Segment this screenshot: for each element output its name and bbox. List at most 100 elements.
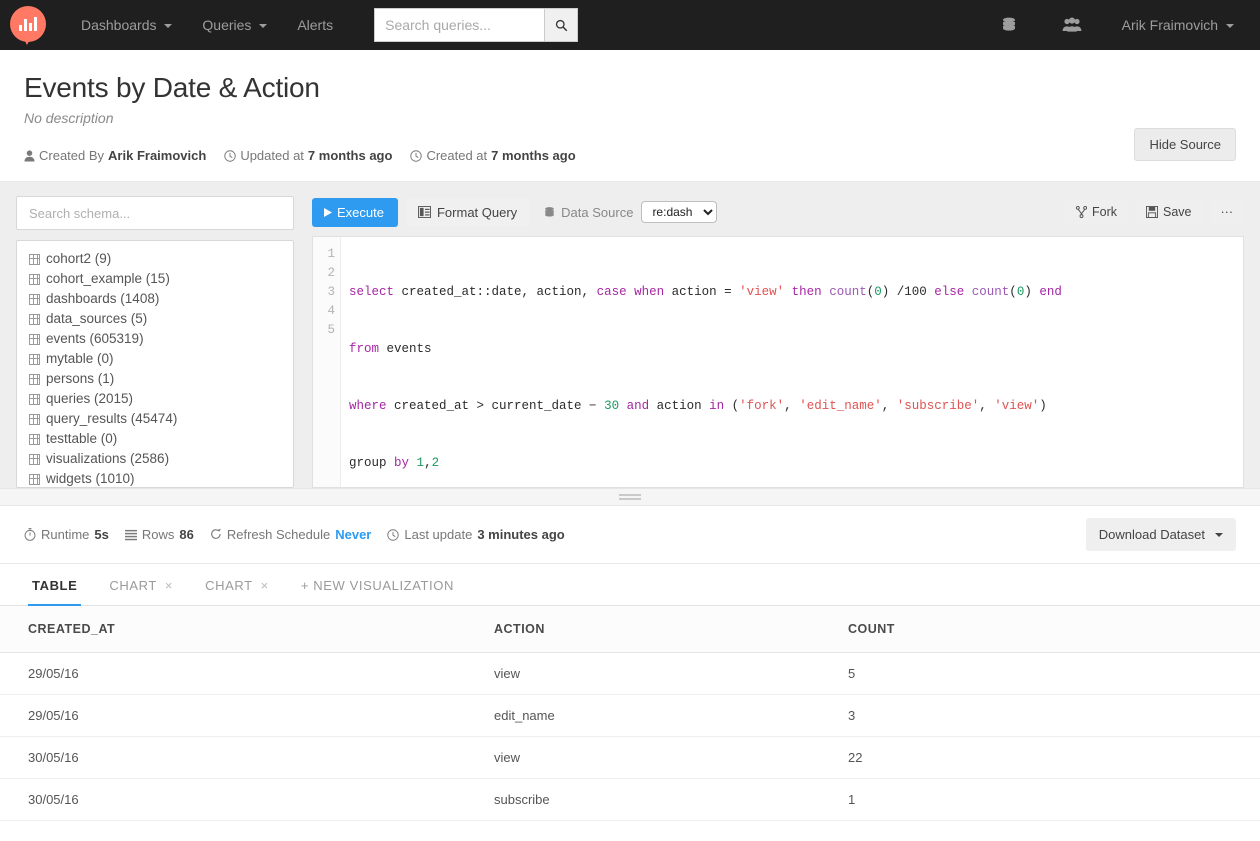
cell-action: view xyxy=(494,652,848,695)
schema-item-label: queries (2015) xyxy=(46,391,134,406)
meta-created-by: Created By Arik Fraimovich xyxy=(24,148,206,163)
nav-item-queries[interactable]: Queries xyxy=(187,0,282,50)
clock-icon xyxy=(224,149,237,162)
schema-item[interactable]: visualizations (2586) xyxy=(17,449,293,469)
schema-item-label: mytable (0) xyxy=(46,351,114,366)
line-number: 4 xyxy=(327,304,335,318)
meta-created-at: Created at 7 months ago xyxy=(410,148,576,163)
schema-item-label: widgets (1010) xyxy=(46,471,135,486)
status-refresh-value[interactable]: Never xyxy=(335,527,371,542)
line-number: 5 xyxy=(327,323,335,337)
table-icon xyxy=(29,353,40,365)
more-options-button[interactable]: ··· xyxy=(1209,199,1244,225)
save-button[interactable]: Save xyxy=(1135,199,1203,225)
schema-item[interactable]: dashboards (1408) xyxy=(17,289,293,309)
editor-gutter: 1 2 3 4 5 xyxy=(313,237,341,487)
fork-icon xyxy=(1076,206,1087,218)
play-icon xyxy=(324,207,332,217)
schema-item[interactable]: testtable (0) xyxy=(17,429,293,449)
person-icon xyxy=(24,149,35,161)
table-icon xyxy=(29,273,40,285)
schema-item[interactable]: mytable (0) xyxy=(17,349,293,369)
editor-content[interactable]: select created_at::date, action, case wh… xyxy=(341,237,1243,487)
nav-item-dashboards-label: Dashboards xyxy=(81,17,157,33)
refresh-icon xyxy=(210,528,221,539)
cell-created-at: 30/05/16 xyxy=(0,736,494,779)
download-dataset-label: Download Dataset xyxy=(1098,527,1205,542)
fork-button[interactable]: Fork xyxy=(1065,199,1128,225)
drag-grip-icon xyxy=(619,492,641,502)
status-last-update-label: Last update xyxy=(404,527,473,542)
status-rows-value: 86 xyxy=(179,527,194,542)
tab-table-label: TABLE xyxy=(32,578,78,593)
code-line: select created_at::date, action, case wh… xyxy=(349,285,1062,299)
data-source-select[interactable]: re:dash xyxy=(641,201,718,223)
table-icon xyxy=(29,453,40,465)
download-dataset-button[interactable]: Download Dataset xyxy=(1085,518,1236,551)
tab-new-visualization[interactable]: + NEW VISUALIZATION xyxy=(285,578,470,605)
schema-table-list[interactable]: cohort2 (9) cohort_example (15) dashboar… xyxy=(16,240,294,488)
hide-source-button[interactable]: Hide Source xyxy=(1134,128,1236,161)
status-refresh-schedule[interactable]: Refresh Schedule Never xyxy=(210,527,371,542)
table-icon xyxy=(29,293,40,305)
schema-item[interactable]: persons (1) xyxy=(17,369,293,389)
tab-chart-1[interactable]: CHART × xyxy=(93,578,189,605)
status-refresh-label: Refresh Schedule xyxy=(226,527,331,542)
schema-item[interactable]: data_sources (5) xyxy=(17,309,293,329)
database-icon xyxy=(545,206,555,217)
status-runtime-value: 5s xyxy=(94,527,109,542)
column-header-action[interactable]: ACTION xyxy=(494,606,848,653)
table-row: 29/05/16 view 5 xyxy=(0,652,1260,695)
schema-item-label: cohort_example (15) xyxy=(46,271,170,286)
search-input[interactable] xyxy=(374,8,545,42)
nav-item-alerts[interactable]: Alerts xyxy=(282,0,348,50)
close-icon[interactable]: × xyxy=(261,578,269,593)
format-query-button[interactable]: Format Query xyxy=(405,197,530,227)
tab-table[interactable]: TABLE xyxy=(16,578,93,606)
column-header-count[interactable]: COUNT xyxy=(848,606,1260,653)
execute-button-label: Execute xyxy=(337,204,384,220)
cell-action: subscribe xyxy=(494,778,848,821)
meta-updated-at-label: Updated at xyxy=(240,148,304,163)
stopwatch-icon xyxy=(24,528,36,541)
table-icon xyxy=(29,333,40,345)
meta-created-at-label: Created at xyxy=(426,148,488,163)
schema-item[interactable]: query_results (45474) xyxy=(17,409,293,429)
rows-icon xyxy=(124,529,137,540)
schema-item[interactable]: widgets (1010) xyxy=(17,469,293,487)
redash-logo[interactable] xyxy=(10,6,48,45)
clock-icon xyxy=(410,149,423,162)
schema-item-label: cohort2 (9) xyxy=(46,251,112,266)
groups-nav-button[interactable] xyxy=(1040,16,1104,34)
schema-item[interactable]: events (605319) xyxy=(17,329,293,349)
nav-item-dashboards[interactable]: Dashboards xyxy=(66,0,187,50)
page-description[interactable]: No description xyxy=(24,110,1236,126)
execute-button[interactable]: Execute xyxy=(312,197,398,227)
table-row: 30/05/16 view 22 xyxy=(0,736,1260,779)
schema-item[interactable]: queries (2015) xyxy=(17,389,293,409)
schema-item[interactable]: cohort2 (9) xyxy=(17,249,293,269)
table-icon xyxy=(29,433,40,445)
results-table: CREATED_AT ACTION COUNT 29/05/16 view 5 … xyxy=(0,606,1260,821)
schema-search-input[interactable] xyxy=(16,196,294,230)
cell-created-at: 29/05/16 xyxy=(0,694,494,737)
schema-item[interactable]: cohort_example (15) xyxy=(17,269,293,289)
chevron-down-icon xyxy=(259,24,268,29)
user-menu[interactable]: Arik Fraimovich xyxy=(1104,0,1246,50)
format-query-label: Format Query xyxy=(436,204,518,220)
status-items: Runtime 5s Rows 86 Refresh Schedule Neve… xyxy=(24,527,565,542)
tab-chart-2[interactable]: CHART × xyxy=(189,578,285,605)
status-runtime-label: Runtime xyxy=(41,527,90,542)
cell-action: edit_name xyxy=(494,694,848,737)
column-header-created-at[interactable]: CREATED_AT xyxy=(0,606,494,653)
data-sources-nav-button[interactable] xyxy=(978,16,1040,34)
panel-resize-handle[interactable] xyxy=(0,488,1260,506)
database-icon xyxy=(1002,17,1015,31)
sql-code-editor[interactable]: 1 2 3 4 5 select created_at::date, actio… xyxy=(312,236,1244,488)
tab-new-visualization-label: + NEW VISUALIZATION xyxy=(300,578,454,593)
query-panel: Execute Format Query Data Source re:dash… xyxy=(312,196,1244,488)
top-navbar: Dashboards Queries Alerts Search queries… xyxy=(0,0,1260,50)
search-button[interactable] xyxy=(544,8,579,42)
close-icon[interactable]: × xyxy=(165,578,173,593)
code-line: group by 1,2 xyxy=(349,456,440,470)
